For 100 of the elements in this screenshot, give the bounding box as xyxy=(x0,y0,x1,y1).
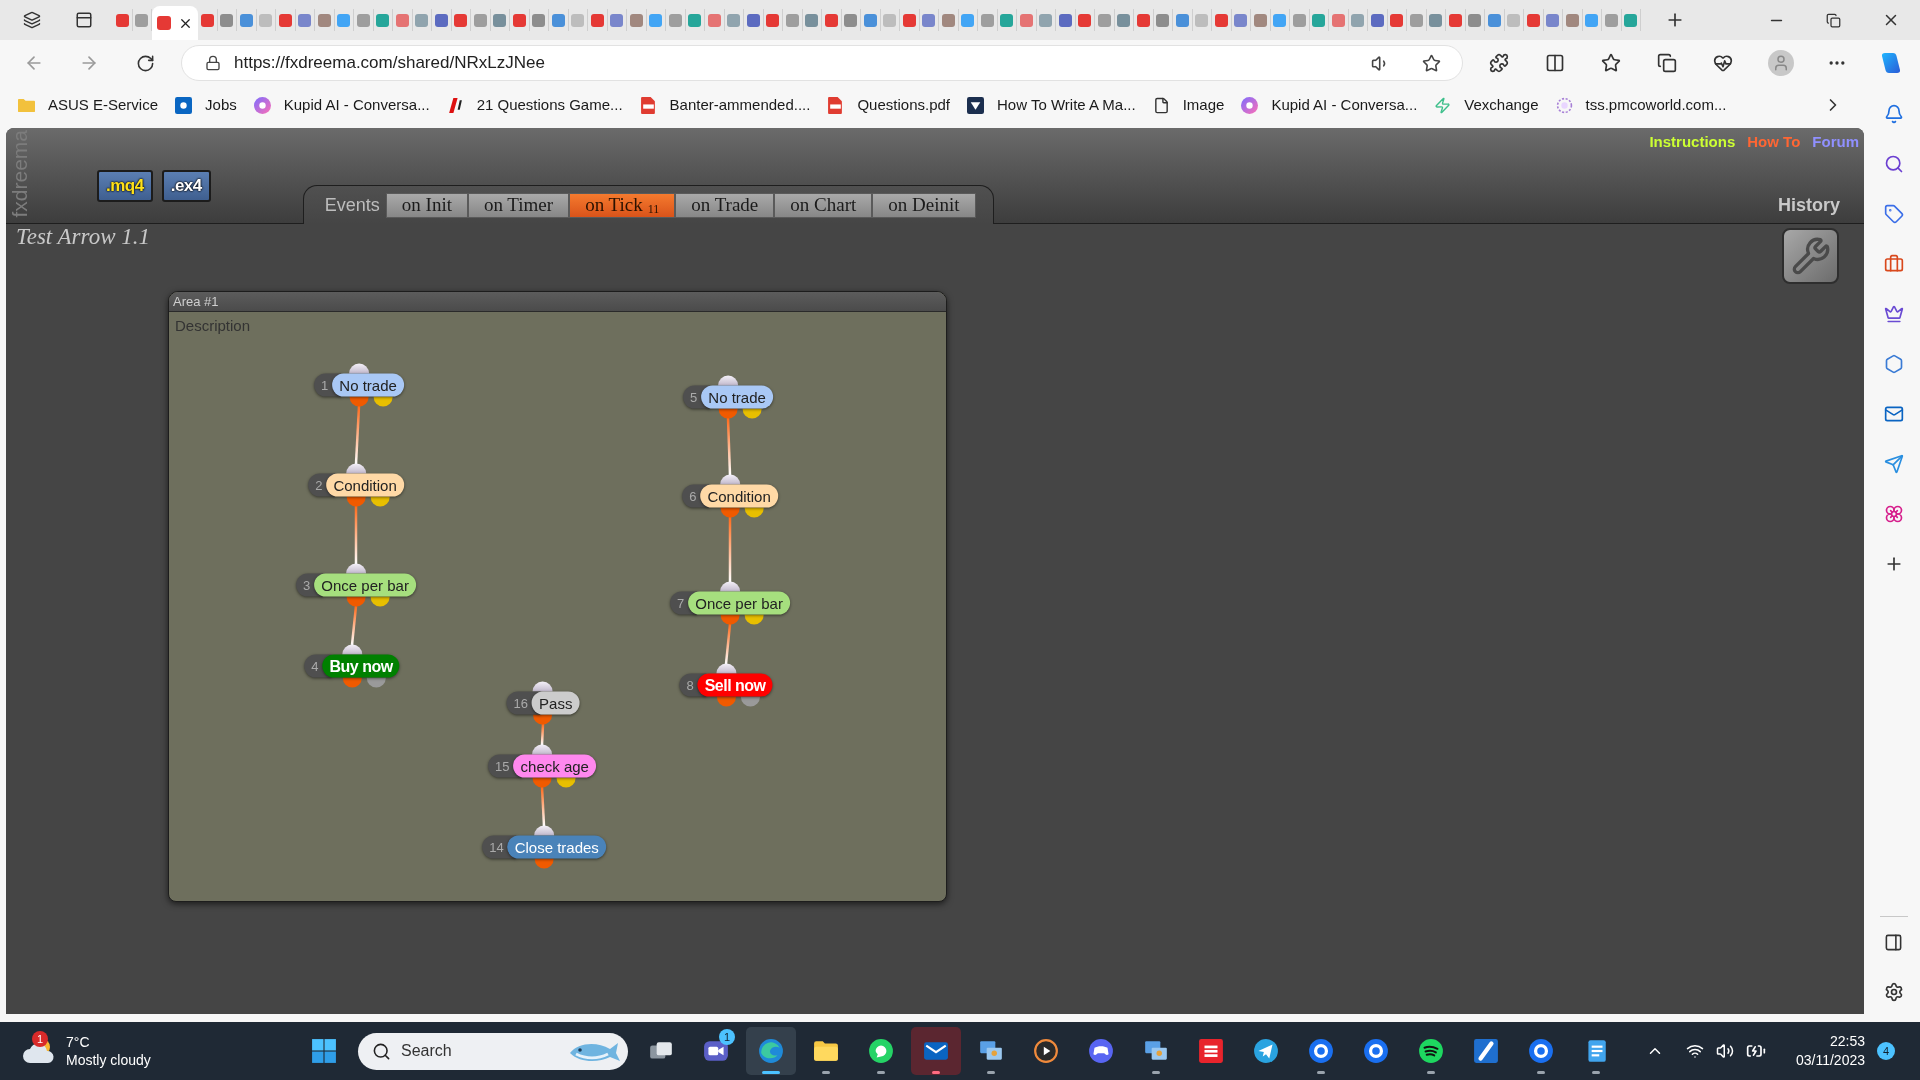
browser-tab[interactable] xyxy=(744,9,764,31)
download-button[interactable]: .mq4 xyxy=(97,170,153,202)
flow-block[interactable]: Once per bar xyxy=(314,573,416,597)
output-connector-icon[interactable] xyxy=(744,614,764,625)
browser-tab[interactable] xyxy=(1426,9,1446,31)
browser-tab[interactable] xyxy=(1251,9,1271,31)
mail-icon[interactable] xyxy=(1883,404,1904,424)
browser-icon[interactable] xyxy=(758,1038,784,1064)
hexagon-icon[interactable] xyxy=(1883,354,1904,374)
bookmark-item[interactable]: Vexchange xyxy=(1434,93,1539,117)
tab-actions-icon[interactable] xyxy=(75,11,93,29)
browser-tab[interactable] xyxy=(666,9,686,31)
browser-tab[interactable] xyxy=(490,9,510,31)
crown-icon[interactable] xyxy=(1883,304,1904,324)
browser-tab[interactable] xyxy=(451,9,471,31)
browser-tab[interactable] xyxy=(529,9,549,31)
bookmark-item[interactable]: How To Write A Ma... xyxy=(967,93,1136,117)
clock-date[interactable]: 03/11/2023 xyxy=(1795,1051,1865,1070)
browser-tab[interactable] xyxy=(1465,9,1485,31)
browser-tab[interactable] xyxy=(607,9,627,31)
split-screen-icon[interactable] xyxy=(1545,53,1565,73)
avatar-icon[interactable] xyxy=(1768,50,1794,76)
lock-icon[interactable] xyxy=(205,55,221,71)
browser-tab[interactable] xyxy=(1485,9,1505,31)
wifi-icon[interactable] xyxy=(1685,1042,1704,1060)
gradient-logo-icon[interactable] xyxy=(1879,51,1903,75)
input-connector-icon[interactable] xyxy=(349,363,369,374)
output-connector-icon[interactable] xyxy=(716,696,736,707)
browser-tab[interactable] xyxy=(1290,9,1310,31)
browser-tab[interactable] xyxy=(373,9,393,31)
output-connector-icon[interactable] xyxy=(373,396,393,407)
browser-tab[interactable] xyxy=(1036,9,1056,31)
browser-tab[interactable] xyxy=(1563,9,1583,31)
browser-tab[interactable] xyxy=(1387,9,1407,31)
browser-tab[interactable] xyxy=(1309,9,1329,31)
browser-tab[interactable] xyxy=(900,9,920,31)
refresh-icon[interactable] xyxy=(135,53,155,73)
event-tab[interactable]: on Init xyxy=(385,192,468,218)
flow-block[interactable]: Condition xyxy=(700,484,778,508)
square-tile-icon[interactable] xyxy=(1198,1038,1224,1064)
browser-tab[interactable] xyxy=(217,9,237,31)
browser-tab[interactable] xyxy=(978,9,998,31)
start-grid-icon[interactable] xyxy=(311,1038,337,1064)
event-tab[interactable]: on Deinit xyxy=(872,192,976,218)
sound-waves-icon[interactable] xyxy=(1418,1038,1444,1064)
browser-tab[interactable] xyxy=(705,9,725,31)
browser-tab[interactable] xyxy=(1212,9,1232,31)
input-connector-icon[interactable] xyxy=(533,681,553,692)
input-connector-icon[interactable] xyxy=(342,644,362,655)
browser-tab[interactable] xyxy=(1270,9,1290,31)
bookmark-item[interactable]: Questions.pdf xyxy=(827,93,950,117)
address-field[interactable]: https://fxdreema.com/shared/NRxLzJNee xyxy=(181,45,1463,81)
input-connector-icon[interactable] xyxy=(532,744,552,755)
flow-block[interactable]: Close trades xyxy=(507,835,606,859)
browser-tab[interactable] xyxy=(237,9,257,31)
star-icon[interactable] xyxy=(1601,53,1621,73)
tag-icon[interactable] xyxy=(1883,204,1904,224)
sidebar-panel-icon[interactable] xyxy=(1884,932,1903,952)
bookmark-item[interactable]: Banter-ammended.... xyxy=(639,93,811,117)
ring-badge-icon[interactable] xyxy=(1528,1038,1554,1064)
browser-tab[interactable] xyxy=(1173,9,1193,31)
flow-block[interactable]: Pass xyxy=(532,691,580,715)
folder-icon[interactable] xyxy=(813,1038,839,1064)
output-connector-icon[interactable] xyxy=(744,507,764,518)
browser-tab[interactable] xyxy=(822,9,842,31)
bookmark-item[interactable]: Jobs xyxy=(175,93,237,117)
star-icon[interactable] xyxy=(1422,53,1441,73)
browser-tab[interactable] xyxy=(1114,9,1134,31)
output-connector-icon[interactable] xyxy=(740,696,760,707)
browser-tab[interactable] xyxy=(132,9,152,31)
toolbox-icon[interactable] xyxy=(1883,254,1904,274)
event-tab[interactable]: on Chart xyxy=(774,192,873,218)
browser-tab[interactable] xyxy=(315,9,335,31)
browser-tab[interactable] xyxy=(646,9,666,31)
bookmark-item[interactable]: Kupid AI - Conversa... xyxy=(253,93,430,117)
browser-tab[interactable] xyxy=(393,9,413,31)
browser-tab[interactable] xyxy=(958,9,978,31)
event-tab[interactable]: on Tick 11 xyxy=(569,192,676,218)
browser-tab[interactable] xyxy=(919,9,939,31)
browser-tab[interactable] xyxy=(588,9,608,31)
browser-tab[interactable] xyxy=(997,9,1017,31)
browser-tab[interactable] xyxy=(685,9,705,31)
ring-badge-icon[interactable] xyxy=(1308,1038,1334,1064)
output-connector-icon[interactable] xyxy=(720,507,740,518)
restore-icon[interactable] xyxy=(1825,12,1841,28)
taskbar-button[interactable]: 1 xyxy=(691,1027,741,1075)
send-icon[interactable] xyxy=(1883,454,1904,474)
browser-tab[interactable] xyxy=(1524,9,1544,31)
download-button[interactable]: .ex4 xyxy=(161,170,211,202)
browser-tab[interactable] xyxy=(802,9,822,31)
browser-tab[interactable] xyxy=(471,9,491,31)
output-connector-icon[interactable] xyxy=(366,677,386,688)
browser-tab[interactable] xyxy=(763,9,783,31)
paper-plane-icon[interactable] xyxy=(1253,1038,1279,1064)
browser-tab[interactable] xyxy=(1602,9,1622,31)
search-icon[interactable] xyxy=(1883,154,1904,174)
bookmark-item[interactable]: Image xyxy=(1152,93,1225,117)
flow-block[interactable]: Condition xyxy=(326,473,404,497)
flow-block[interactable]: check age xyxy=(513,754,596,778)
browser-tab[interactable] xyxy=(1056,9,1076,31)
